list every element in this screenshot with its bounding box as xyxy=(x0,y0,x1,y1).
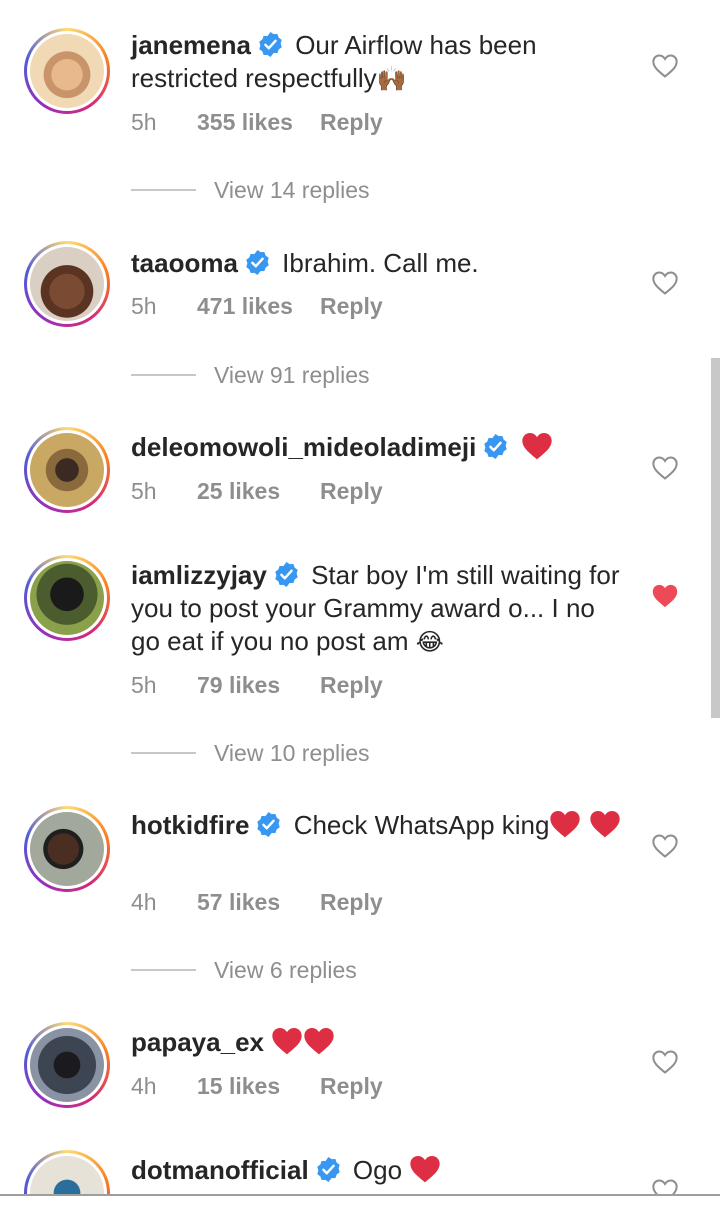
heart-outline-icon[interactable] xyxy=(651,833,679,859)
view-replies-label: View 10 replies xyxy=(214,739,370,766)
comment-username[interactable]: iamlizzyjay xyxy=(131,560,267,590)
story-ring[interactable] xyxy=(24,806,110,892)
comment-text: iamlizzyjay Star boy I'm still waiting f… xyxy=(131,559,621,659)
heart-filled-icon[interactable] xyxy=(651,583,679,609)
avatar[interactable] xyxy=(30,561,104,635)
comment-time: 5h xyxy=(131,478,157,504)
red-heart-emoji xyxy=(521,431,553,461)
reply-button[interactable]: Reply xyxy=(320,1073,383,1100)
story-ring[interactable] xyxy=(24,241,110,327)
story-ring[interactable] xyxy=(24,427,110,513)
raised-hands-emoji: 🙌🏾 xyxy=(376,66,407,93)
comment-username[interactable]: dotmanofficial xyxy=(131,1155,309,1185)
story-ring[interactable] xyxy=(24,555,110,641)
comment-meta: 4h 57 likes Reply xyxy=(131,889,383,916)
comment-meta: 5h 79 likes Reply xyxy=(131,672,383,699)
heart-outline-icon[interactable] xyxy=(651,1178,679,1194)
comment-text: taaooma Ibrahim. Call me. xyxy=(131,247,621,280)
reply-button[interactable]: Reply xyxy=(320,478,383,505)
view-replies-label: View 6 replies xyxy=(214,956,357,983)
red-heart-emoji xyxy=(303,1026,335,1056)
verified-badge-icon xyxy=(255,811,282,838)
story-ring[interactable] xyxy=(24,1150,110,1194)
view-replies-button[interactable]: View 10 replies xyxy=(131,738,370,768)
bottom-area xyxy=(0,1196,720,1216)
comment-time: 5h xyxy=(131,672,157,698)
comment-username[interactable]: hotkidfire xyxy=(131,810,249,840)
replies-divider xyxy=(131,969,196,971)
avatar[interactable] xyxy=(30,433,104,507)
avatar[interactable] xyxy=(30,247,104,321)
comment-time: 4h xyxy=(131,1073,157,1099)
laughing-emoji: 😂 xyxy=(415,629,444,656)
heart-outline-icon[interactable] xyxy=(651,455,679,481)
comment-username[interactable]: taaooma xyxy=(131,248,238,278)
view-replies-button[interactable]: View 6 replies xyxy=(131,955,357,985)
heart-outline-icon[interactable] xyxy=(651,1049,679,1075)
view-replies-label: View 91 replies xyxy=(214,361,370,388)
red-heart-emoji xyxy=(271,1026,303,1056)
comment-likes[interactable]: 355 likes xyxy=(197,109,320,136)
comment-text: dotmanofficial Ogo xyxy=(131,1154,621,1187)
avatar[interactable] xyxy=(30,1028,104,1102)
comment-username[interactable]: papaya_ex xyxy=(131,1027,264,1057)
comment-text: deleomowoli_mideoladimeji xyxy=(131,431,621,464)
story-ring[interactable] xyxy=(24,28,110,114)
comment-meta: 5h 471 likes Reply xyxy=(131,293,383,320)
verified-badge-icon xyxy=(315,1156,342,1183)
comment-likes[interactable]: 25 likes xyxy=(197,478,320,505)
comment-likes[interactable]: 57 likes xyxy=(197,889,320,916)
verified-badge-icon xyxy=(244,249,271,276)
avatar[interactable] xyxy=(30,34,104,108)
comments-list[interactable]: janemena Our Airflow has been restricted… xyxy=(0,0,720,1194)
reply-button[interactable]: Reply xyxy=(320,672,383,699)
avatar[interactable] xyxy=(30,1156,104,1194)
replies-divider xyxy=(131,189,196,191)
comment-meta: 5h 355 likes Reply xyxy=(131,109,383,136)
comment-text: hotkidfire Check WhatsApp king xyxy=(131,809,621,842)
comment-time: 5h xyxy=(131,293,157,319)
reply-button[interactable]: Reply xyxy=(320,109,383,136)
comment-body: Ogo xyxy=(352,1155,403,1185)
verified-badge-icon xyxy=(273,561,300,588)
verified-badge-icon xyxy=(482,433,509,460)
comment-username[interactable]: deleomowoli_mideoladimeji xyxy=(131,432,476,462)
comment-text: janemena Our Airflow has been restricted… xyxy=(131,29,621,96)
view-replies-label: View 14 replies xyxy=(214,176,370,203)
view-replies-button[interactable]: View 14 replies xyxy=(131,175,370,205)
reply-button[interactable]: Reply xyxy=(320,293,383,320)
red-heart-emoji xyxy=(409,1154,441,1184)
replies-divider xyxy=(131,374,196,376)
red-heart-emoji xyxy=(589,809,621,839)
heart-outline-icon[interactable] xyxy=(651,270,679,296)
avatar[interactable] xyxy=(30,812,104,886)
view-replies-button[interactable]: View 91 replies xyxy=(131,360,370,390)
comment-meta: 5h 25 likes Reply xyxy=(131,478,383,505)
reply-button[interactable]: Reply xyxy=(320,889,383,916)
scrollbar[interactable] xyxy=(711,358,720,718)
red-heart-emoji xyxy=(549,809,581,839)
comment-text: papaya_ex xyxy=(131,1026,621,1059)
comment-time: 4h xyxy=(131,889,157,915)
comment-meta: 4h 15 likes Reply xyxy=(131,1073,383,1100)
comment-likes[interactable]: 15 likes xyxy=(197,1073,320,1100)
replies-divider xyxy=(131,752,196,754)
comment-time: 5h xyxy=(131,109,157,135)
comment-body: Ibrahim. Call me. xyxy=(282,248,479,278)
heart-outline-icon[interactable] xyxy=(651,53,679,79)
comment-likes[interactable]: 471 likes xyxy=(197,293,320,320)
comment-likes[interactable]: 79 likes xyxy=(197,672,320,699)
verified-badge-icon xyxy=(257,31,284,58)
comment-username[interactable]: janemena xyxy=(131,30,251,60)
comment-body: Check WhatsApp king xyxy=(293,810,550,840)
story-ring[interactable] xyxy=(24,1022,110,1108)
